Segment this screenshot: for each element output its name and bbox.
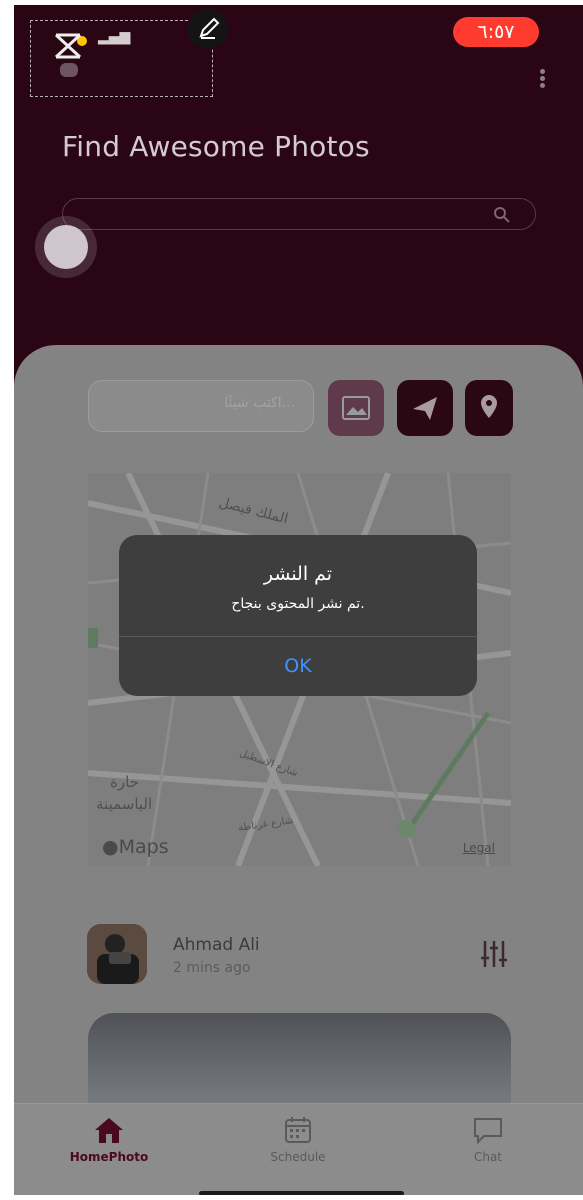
map-label: الياسمينة — [96, 795, 153, 813]
maps-attribution: ●Maps — [102, 836, 169, 858]
alert-dialog: تم النشر تم نشر المحتوى بنجاح. OK — [119, 535, 477, 696]
tab-chat[interactable]: Chat — [423, 1116, 553, 1164]
post-author[interactable]: Ahmad Ali — [173, 935, 260, 955]
chat-icon — [474, 1118, 502, 1144]
home-icon — [95, 1118, 123, 1143]
alert-message: تم نشر المحتوى بنجاح. — [231, 596, 365, 612]
attach-image-button[interactable] — [328, 380, 384, 436]
apple-logo-icon: ● — [102, 836, 119, 858]
calendar-icon — [285, 1117, 311, 1143]
legal-link[interactable]: Legal — [463, 841, 495, 855]
status-time: ٦:٥٧ — [453, 17, 539, 47]
send-icon — [413, 397, 437, 420]
alert-ok-button[interactable]: OK — [119, 636, 477, 696]
post-timestamp: 2 mins ago — [173, 960, 251, 976]
tab-schedule[interactable]: Schedule — [233, 1116, 363, 1164]
location-pin-icon — [481, 395, 497, 418]
app-logo-icon — [54, 33, 87, 77]
avatar[interactable] — [87, 924, 147, 984]
search-icon — [494, 207, 510, 223]
signal-icon: ▂▄▆ — [98, 29, 131, 45]
map-label: حارة — [110, 773, 139, 791]
tab-homephoto[interactable]: HomePhoto — [44, 1116, 174, 1164]
tab-schedule-label: Schedule — [270, 1150, 326, 1164]
phone-screen: ٦:٥٧ ▂▄▆ Find Awesome Photos ...اكتب شيئ… — [14, 5, 583, 1195]
tab-bar: HomePhoto Schedule Chat — [14, 1103, 583, 1195]
avatar-photo — [87, 924, 147, 984]
tab-chat-label: Chat — [473, 1150, 503, 1164]
tab-homephoto-label: HomePhoto — [69, 1150, 149, 1164]
page-title: Find Awesome Photos — [62, 130, 370, 163]
filter-sliders-icon[interactable] — [480, 939, 508, 969]
image-icon — [342, 396, 370, 420]
edit-pencil-icon[interactable] — [188, 9, 228, 49]
more-menu-icon[interactable] — [535, 67, 549, 95]
location-button[interactable] — [465, 380, 513, 436]
touch-indicator — [44, 225, 88, 269]
send-button[interactable] — [397, 380, 453, 436]
search-input[interactable] — [62, 198, 536, 230]
alert-title: تم النشر — [263, 563, 333, 585]
home-indicator — [199, 1191, 404, 1195]
maps-brand-label: Maps — [118, 836, 169, 858]
post-text-input[interactable]: ...اكتب شيئًا — [88, 380, 314, 432]
